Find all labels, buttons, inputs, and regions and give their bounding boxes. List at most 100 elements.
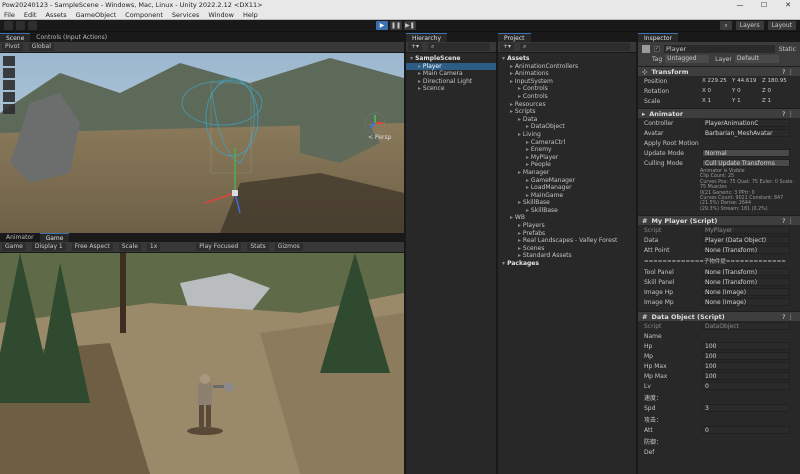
menu-gameobject[interactable]: GameObject xyxy=(76,11,117,19)
att-field[interactable]: 0 xyxy=(702,426,790,435)
myplayer-header[interactable]: # My Player (Script) ? ⋮ xyxy=(638,215,800,226)
hp-field[interactable]: 100 xyxy=(702,342,790,351)
more-icon[interactable]: ? ⋮ xyxy=(782,217,794,225)
name-field[interactable] xyxy=(702,332,790,340)
hierarchy-item[interactable]: ▸ Directional Light xyxy=(406,78,496,86)
project-item[interactable]: ▸ SkillBase xyxy=(498,199,636,207)
transform-header[interactable]: ⊹ Transform ? ⋮ xyxy=(638,66,800,76)
add-icon[interactable]: +▾ xyxy=(500,43,515,51)
project-item[interactable]: ▸ InputSystem xyxy=(498,78,636,86)
project-item[interactable]: ▸ Controls xyxy=(498,85,636,93)
lv-field[interactable]: 0 xyxy=(702,382,790,391)
scene-viewport[interactable]: < Persp xyxy=(0,53,404,233)
att-point-field[interactable]: None (Transform) xyxy=(702,246,790,255)
maximize-button[interactable]: ☐ xyxy=(752,1,776,9)
project-item[interactable]: ▸ MainGame xyxy=(498,192,636,200)
tag-dropdown[interactable]: Untagged xyxy=(665,55,710,63)
scale-value[interactable]: 1x xyxy=(146,243,161,251)
scale-z[interactable]: Z 1 xyxy=(762,98,792,104)
project-item[interactable]: ▸ People xyxy=(498,161,636,169)
project-item[interactable]: ▸ SkillBase xyxy=(498,207,636,215)
static-toggle[interactable]: Static xyxy=(779,46,796,53)
hierarchy-item[interactable]: ▸ Player xyxy=(406,62,496,71)
project-item[interactable]: ▸ Animations xyxy=(498,70,636,78)
tab-hierarchy[interactable]: Hierarchy xyxy=(406,33,448,42)
hierarchy-item[interactable]: ▸ Scence xyxy=(406,85,496,93)
layers-dropdown[interactable]: Layers xyxy=(735,21,764,30)
image-mp-field[interactable]: None (Image) xyxy=(702,298,790,307)
tab-game[interactable]: Game xyxy=(39,233,70,242)
collab-icon[interactable] xyxy=(28,21,37,30)
mp-max-field[interactable]: 100 xyxy=(702,372,790,381)
avatar-field[interactable]: Barbarian_MeshAvatar xyxy=(702,129,790,137)
menu-edit[interactable]: Edit xyxy=(24,11,37,19)
data-field[interactable]: Player (Data Object) xyxy=(702,236,790,245)
project-item[interactable]: ▸ Living xyxy=(498,131,636,139)
project-item[interactable]: ▸ Resources xyxy=(498,101,636,109)
project-item[interactable]: ▸ Standard Assets xyxy=(498,252,636,260)
tool-panel-field[interactable]: None (Transform) xyxy=(702,268,790,277)
step-button[interactable]: ▶❚ xyxy=(404,21,416,30)
project-item[interactable]: ▸ WB xyxy=(498,214,636,222)
project-item[interactable]: ▸ Scenes xyxy=(498,245,636,253)
aspect-dropdown[interactable]: Free Aspect xyxy=(71,243,113,251)
scale-x[interactable]: X 1 xyxy=(702,98,732,104)
culling-mode-dropdown[interactable]: Cull Update Transforms xyxy=(702,159,790,167)
more-icon[interactable]: ? ⋮ xyxy=(782,313,794,321)
search-icon[interactable]: ⌕ xyxy=(720,21,732,30)
close-button[interactable]: ✕ xyxy=(776,1,800,9)
play-focused-dropdown[interactable]: Play Focused xyxy=(196,243,242,251)
global-toggle[interactable]: Global xyxy=(28,43,54,51)
update-mode-dropdown[interactable]: Normal xyxy=(702,149,790,157)
project-item[interactable]: ▸ Controls xyxy=(498,93,636,101)
hp-max-field[interactable]: 100 xyxy=(702,362,790,371)
gizmos-button[interactable]: Gizmos xyxy=(274,243,303,251)
project-item[interactable]: ▾ Assets xyxy=(498,55,636,63)
scale-fields[interactable]: X 1 Y 1 Z 1 xyxy=(702,98,792,104)
menu-help[interactable]: Help xyxy=(243,11,258,19)
project-item[interactable]: ▸ AnimationControllers xyxy=(498,63,636,71)
tab-project[interactable]: Project xyxy=(498,33,531,42)
account-icon[interactable] xyxy=(4,21,13,30)
add-icon[interactable]: +▾ xyxy=(408,43,423,51)
layer-dropdown[interactable]: Default xyxy=(734,55,779,63)
skill-panel-field[interactable]: None (Transform) xyxy=(702,278,790,287)
tab-inspector[interactable]: Inspector xyxy=(638,33,678,42)
rotation-y[interactable]: Y 0 xyxy=(732,88,762,94)
animator-header[interactable]: ▸ Animator ? ⋮ xyxy=(638,108,800,118)
more-icon[interactable]: ? ⋮ xyxy=(782,110,794,118)
tab-animator[interactable]: Animator xyxy=(0,233,40,242)
display-dropdown[interactable]: Display 1 xyxy=(31,243,66,251)
menu-services[interactable]: Services xyxy=(172,11,199,19)
controller-field[interactable]: PlayerAnimationC xyxy=(702,119,790,127)
position-fields[interactable]: X 229.25 Y 44.619 Z 180.95 xyxy=(702,78,792,84)
pause-button[interactable]: ❚❚ xyxy=(390,21,402,30)
menu-file[interactable]: File xyxy=(4,11,15,19)
project-item[interactable]: ▸ Players xyxy=(498,222,636,230)
project-item[interactable]: ▸ Scripts xyxy=(498,108,636,116)
hierarchy-item[interactable]: ▸ Main Camera xyxy=(406,70,496,78)
project-item[interactable]: ▸ MyPlayer xyxy=(498,154,636,162)
position-x[interactable]: X 229.25 xyxy=(702,78,732,84)
image-hp-field[interactable]: None (Image) xyxy=(702,288,790,297)
minimize-button[interactable]: — xyxy=(728,1,752,9)
project-item[interactable]: ▸ Enemy xyxy=(498,146,636,154)
search-icon[interactable]: ⌕ xyxy=(428,43,490,51)
menu-window[interactable]: Window xyxy=(208,11,234,19)
search-icon[interactable]: ⌕ xyxy=(520,43,630,51)
project-item[interactable]: ▾ Packages xyxy=(498,260,636,268)
project-item[interactable]: ▸ Data xyxy=(498,116,636,124)
rotation-z[interactable]: Z 0 xyxy=(762,88,792,94)
play-button[interactable]: ▶ xyxy=(376,21,388,30)
position-z[interactable]: Z 180.95 xyxy=(762,78,792,84)
stats-button[interactable]: Stats xyxy=(247,243,269,251)
object-name-field[interactable]: Player xyxy=(664,45,775,53)
scale-y[interactable]: Y 1 xyxy=(732,98,762,104)
game-viewport[interactable] xyxy=(0,253,404,474)
more-icon[interactable]: ? ⋮ xyxy=(782,68,794,76)
cloud-icon[interactable] xyxy=(16,21,25,30)
rotation-fields[interactable]: X 0 Y 0 Z 0 xyxy=(702,88,792,94)
game-mode-dropdown[interactable]: Game xyxy=(2,243,26,251)
project-item[interactable]: ▸ Prefabs xyxy=(498,230,636,238)
project-item[interactable]: ▸ LoadManager xyxy=(498,184,636,192)
